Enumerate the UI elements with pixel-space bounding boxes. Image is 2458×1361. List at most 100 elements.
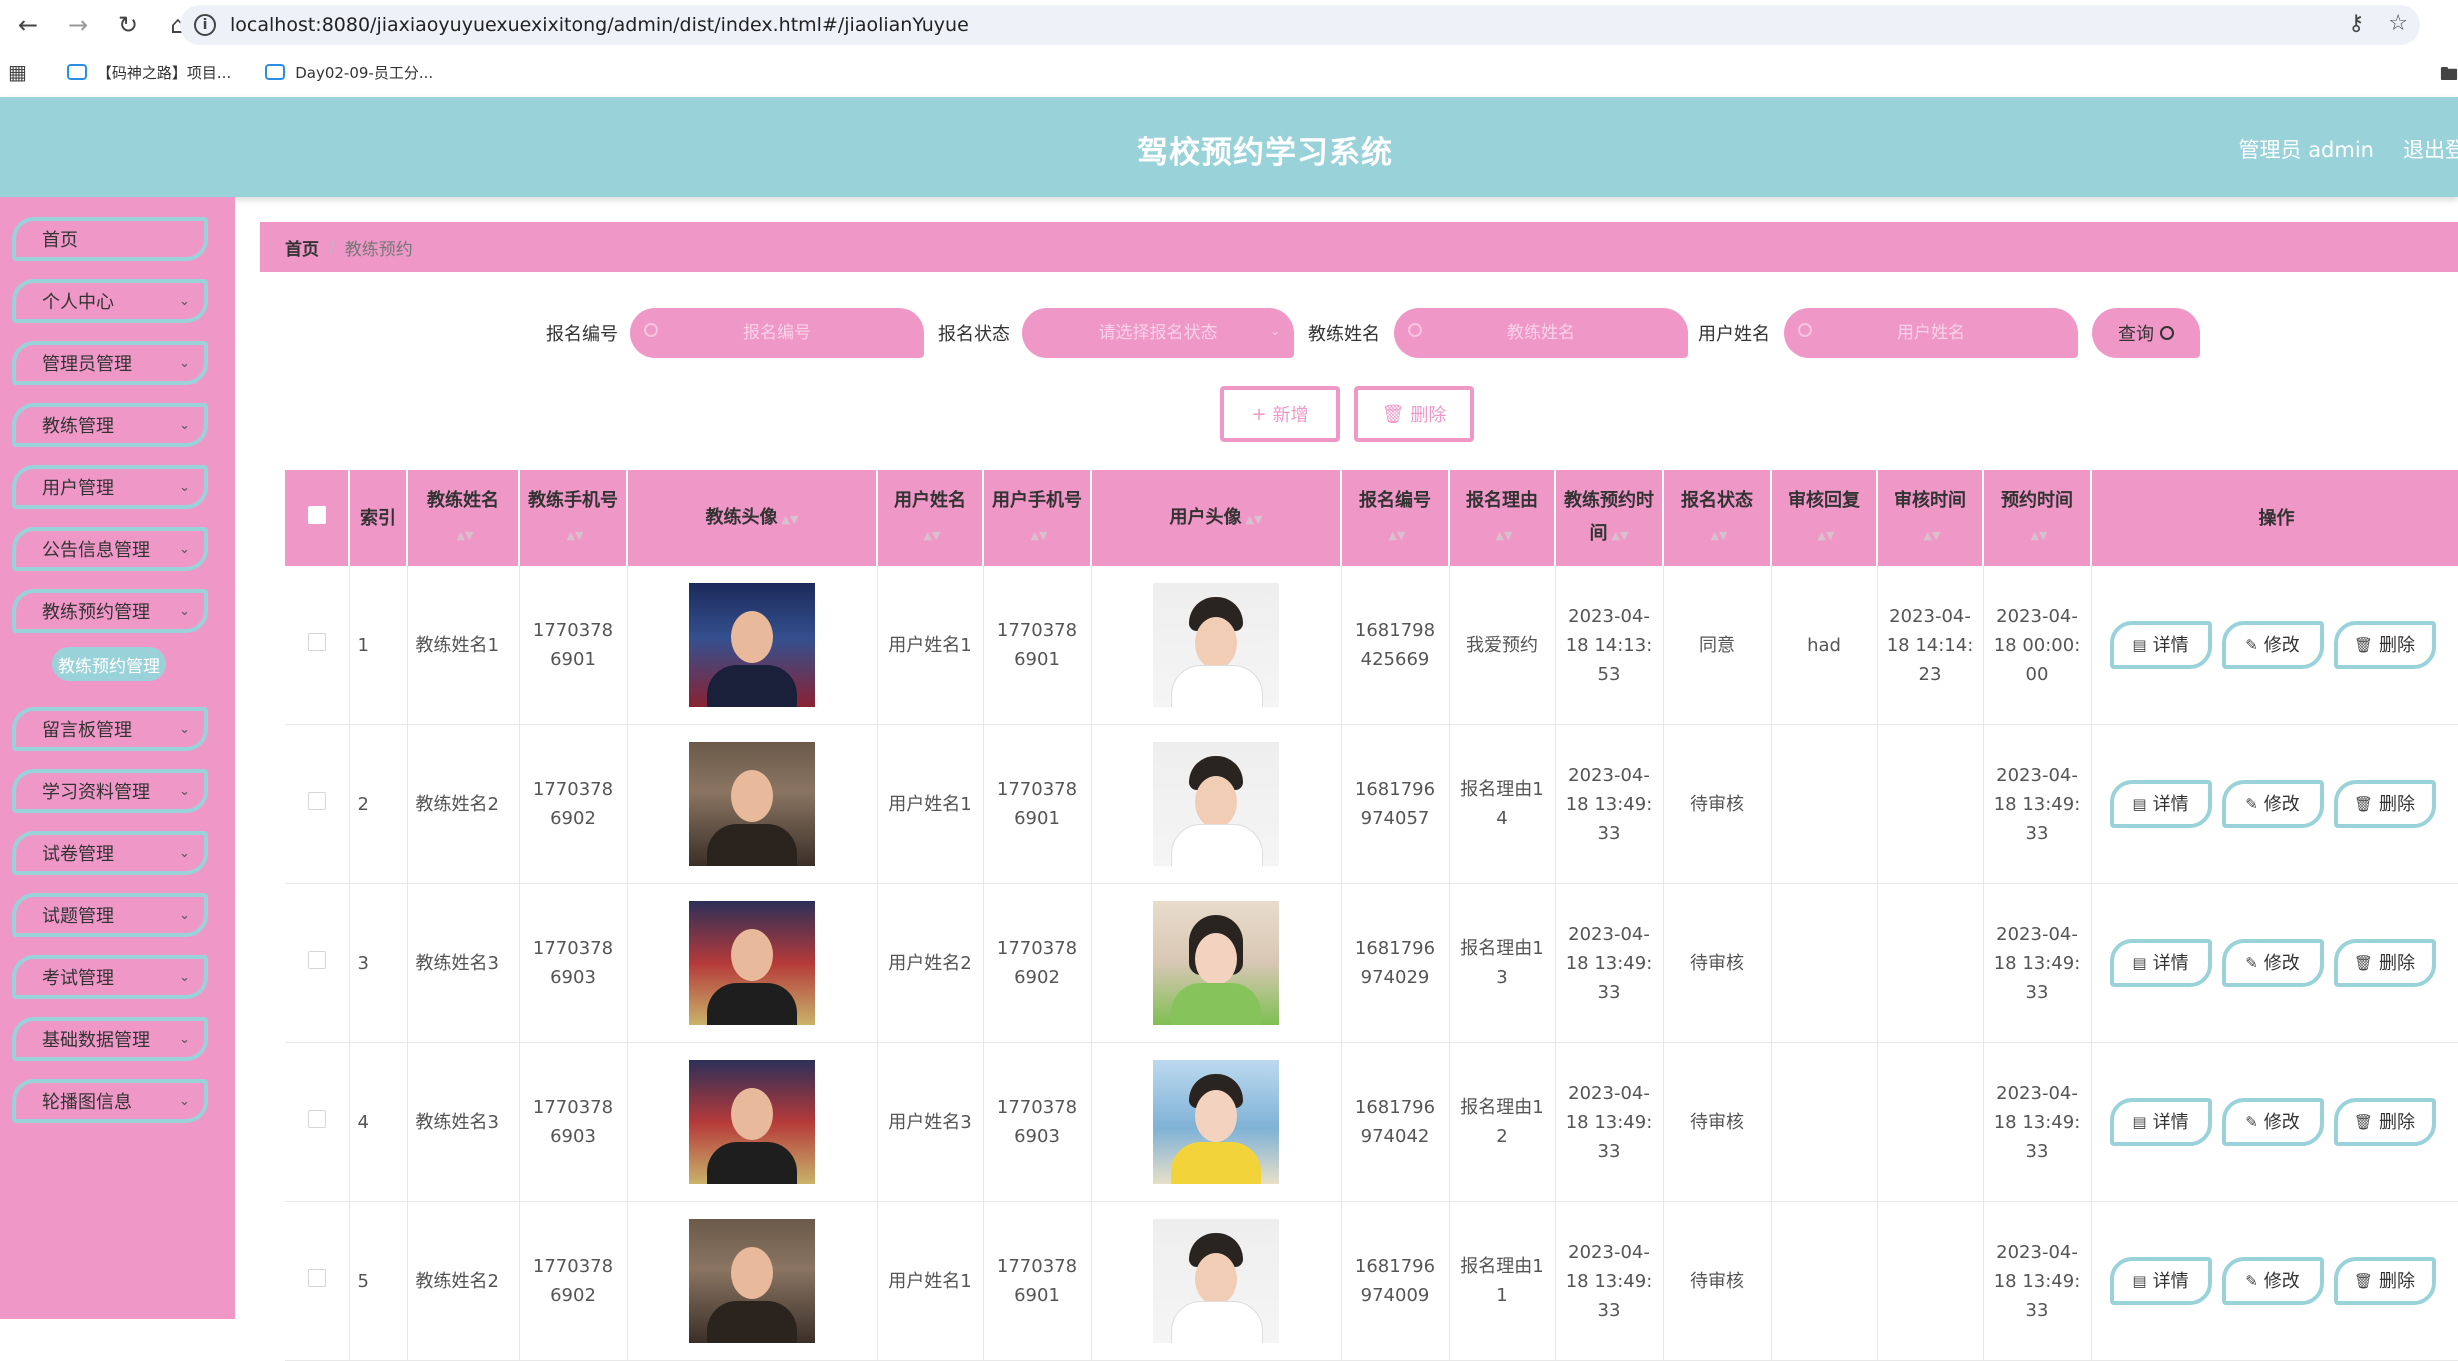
delete-button[interactable]: 🗑 删除 [2333, 780, 2436, 828]
sort-icon[interactable]: ▲▼ [1496, 519, 1513, 552]
signup-no-field[interactable] [630, 322, 924, 344]
delete-button[interactable]: 🗑 删除 [2333, 621, 2436, 669]
folder-icon[interactable]: 🖿 [2440, 62, 2458, 92]
coach-avatar-image[interactable] [689, 1060, 815, 1184]
col-review-reply[interactable]: 审核回复 ▲▼ [1771, 470, 1878, 566]
site-info-icon[interactable]: i [194, 14, 216, 36]
edit-button[interactable]: ✎ 修改 [2221, 1098, 2324, 1146]
row-checkbox-cell[interactable] [285, 724, 350, 884]
coach-avatar-image[interactable] [689, 742, 815, 866]
checkbox[interactable] [307, 791, 326, 810]
sort-icon[interactable]: ▲▼ [457, 519, 474, 552]
col-coach-avatar[interactable]: 教练头像 ▲▼ [627, 470, 878, 566]
bookmark-item[interactable]: 【码神之路】项目... [66, 62, 231, 83]
edit-button[interactable]: ✎ 修改 [2221, 780, 2324, 828]
sort-icon[interactable]: ▲▼ [1612, 519, 1629, 552]
row-checkbox-cell[interactable] [285, 1201, 350, 1361]
coach-name-field[interactable] [1394, 322, 1688, 344]
breadcrumb-home[interactable]: 首页 [285, 235, 319, 260]
select-all-checkbox[interactable] [285, 470, 350, 566]
col-signup-no[interactable]: 报名编号 ▲▼ [1341, 470, 1450, 566]
detail-button[interactable]: ▤ 详情 [2109, 621, 2212, 669]
user-avatar-image[interactable] [1153, 1060, 1279, 1184]
sidebar-item-message-board[interactable]: 留言板管理 ⌄ [12, 707, 208, 751]
bulk-delete-button[interactable]: 🗑 删除 [1354, 386, 1474, 442]
user-avatar-image[interactable] [1153, 901, 1279, 1025]
sidebar-item-carousel[interactable]: 轮播图信息 ⌄ [12, 1079, 208, 1123]
sort-icon[interactable]: ▲▼ [1031, 519, 1048, 552]
query-button[interactable]: 查询 [2092, 308, 2200, 358]
row-checkbox-cell[interactable] [285, 566, 350, 725]
detail-button[interactable]: ▤ 详情 [2109, 939, 2212, 987]
sort-icon[interactable]: ▲▼ [924, 519, 941, 552]
user-avatar-image[interactable] [1153, 1219, 1279, 1343]
back-icon[interactable]: ← [6, 3, 50, 47]
status-field[interactable] [1022, 322, 1294, 344]
user-name-input[interactable] [1784, 308, 2078, 358]
coach-avatar-image[interactable] [689, 901, 815, 1025]
sort-icon[interactable]: ▲▼ [1711, 519, 1728, 552]
sort-icon[interactable]: ▲▼ [1924, 519, 1941, 552]
status-select[interactable]: ⌄ [1022, 308, 1294, 358]
bookmark-star-icon[interactable]: ☆ [2388, 11, 2408, 36]
user-avatar-image[interactable] [1153, 742, 1279, 866]
sidebar-item-admin-mgmt[interactable]: 管理员管理 ⌄ [12, 341, 208, 385]
coach-avatar-image[interactable] [689, 583, 815, 707]
sidebar-item-question-mgmt[interactable]: 试题管理 ⌄ [12, 893, 208, 937]
checkbox[interactable] [307, 505, 326, 524]
edit-button[interactable]: ✎ 修改 [2221, 621, 2324, 669]
sidebar-subitem-coach-booking[interactable]: 教练预约管理 [52, 647, 166, 681]
delete-button[interactable]: 🗑 删除 [2333, 939, 2436, 987]
sidebar-item-coach-booking-mgmt[interactable]: 教练预约管理 ⌄ [12, 589, 208, 633]
sidebar-item-base-data[interactable]: 基础数据管理 ⌄ [12, 1017, 208, 1061]
sidebar-item-personal-center[interactable]: 个人中心 ⌄ [12, 279, 208, 323]
user-name-field[interactable] [1784, 322, 2078, 344]
user-avatar-image[interactable] [1153, 583, 1279, 707]
url-text[interactable]: localhost:8080/jiaxiaoyuyuexuexixitong/a… [230, 14, 969, 36]
col-user-avatar[interactable]: 用户头像 ▲▼ [1091, 470, 1342, 566]
col-review-time[interactable]: 审核时间 ▲▼ [1877, 470, 1984, 566]
checkbox[interactable] [307, 950, 326, 969]
add-button[interactable]: + 新增 [1220, 386, 1340, 442]
col-booking-time[interactable]: 预约时间 ▲▼ [1983, 470, 2092, 566]
row-checkbox-cell[interactable] [285, 1042, 350, 1202]
delete-button[interactable]: 🗑 删除 [2333, 1098, 2436, 1146]
col-status[interactable]: 报名状态 ▲▼ [1663, 470, 1772, 566]
bookmark-item[interactable]: Day02-09-员工分... [265, 62, 433, 83]
coach-avatar-image[interactable] [689, 1219, 815, 1343]
detail-button[interactable]: ▤ 详情 [2109, 1098, 2212, 1146]
edit-button[interactable]: ✎ 修改 [2221, 1257, 2324, 1305]
key-icon[interactable]: ⚷ [2348, 11, 2364, 36]
sort-icon[interactable]: ▲▼ [1389, 519, 1406, 552]
col-coach-phone[interactable]: 教练手机号 ▲▼ [519, 470, 628, 566]
delete-button[interactable]: 🗑 删除 [2333, 1257, 2436, 1305]
checkbox[interactable] [307, 1268, 326, 1287]
sidebar-item-paper-mgmt[interactable]: 试卷管理 ⌄ [12, 831, 208, 875]
detail-button[interactable]: ▤ 详情 [2109, 1257, 2212, 1305]
col-user-name[interactable]: 用户姓名 ▲▼ [877, 470, 984, 566]
checkbox[interactable] [307, 1109, 326, 1128]
checkbox[interactable] [307, 632, 326, 651]
sidebar-item-home[interactable]: 首页 [12, 217, 208, 261]
reload-icon[interactable]: ↻ [106, 3, 150, 47]
sidebar-item-exam-mgmt[interactable]: 考试管理 ⌄ [12, 955, 208, 999]
col-coach-name[interactable]: 教练姓名 ▲▼ [407, 470, 520, 566]
signup-no-input[interactable] [630, 308, 924, 358]
sort-icon[interactable]: ▲▼ [2031, 519, 2048, 552]
edit-button[interactable]: ✎ 修改 [2221, 939, 2324, 987]
sort-icon[interactable]: ▲▼ [567, 519, 584, 552]
sort-icon[interactable]: ▲▼ [1246, 503, 1263, 536]
forward-icon[interactable]: → [56, 3, 100, 47]
logout-link[interactable]: 退出登 [2403, 134, 2458, 164]
col-reason[interactable]: 报名理由 ▲▼ [1449, 470, 1556, 566]
sidebar-item-user-mgmt[interactable]: 用户管理 ⌄ [12, 465, 208, 509]
col-appoint-time[interactable]: 教练预约时间 ▲▼ [1555, 470, 1664, 566]
coach-name-input[interactable] [1394, 308, 1688, 358]
sidebar-item-coach-mgmt[interactable]: 教练管理 ⌄ [12, 403, 208, 447]
apps-grid-icon[interactable]: ▦ [8, 60, 27, 84]
sidebar-item-study-material[interactable]: 学习资料管理 ⌄ [12, 769, 208, 813]
sort-icon[interactable]: ▲▼ [782, 503, 799, 536]
sort-icon[interactable]: ▲▼ [1818, 519, 1835, 552]
row-checkbox-cell[interactable] [285, 883, 350, 1043]
detail-button[interactable]: ▤ 详情 [2109, 780, 2212, 828]
